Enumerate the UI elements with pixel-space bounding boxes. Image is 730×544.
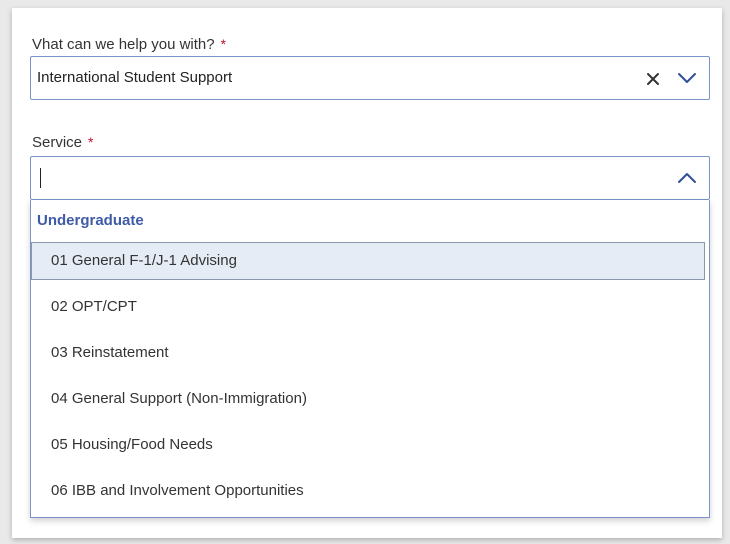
service-combobox[interactable] [30, 156, 710, 200]
service-label-text: Service [32, 134, 83, 151]
option-ibb-involvement[interactable]: 06 IBB and Involvement Opportunities [31, 472, 705, 510]
option-reinstatement[interactable]: 03 Reinstatement [31, 334, 705, 372]
required-asterisk: * [220, 36, 227, 52]
option-general-support[interactable]: 04 General Support (Non-Immigration) [31, 380, 705, 418]
help-topic-value: International Student Support [37, 69, 233, 86]
request-form-card: Vhat can we help you with? * Internationa… [12, 8, 722, 538]
service-label: Service * [32, 134, 93, 151]
chevron-down-icon[interactable] [677, 70, 697, 86]
service-dropdown-list: Undergraduate 01 General F-1/J-1 Advisin… [30, 200, 710, 518]
chevron-up-icon[interactable] [677, 170, 697, 186]
help-topic-select[interactable]: International Student Support [30, 56, 710, 100]
help-topic-label: Vhat can we help you with? * [32, 36, 226, 53]
required-asterisk: * [88, 134, 94, 150]
option-group-label: Undergraduate [37, 212, 144, 229]
option-opt-cpt[interactable]: 02 OPT/CPT [31, 288, 705, 326]
option-housing-food[interactable]: 05 Housing/Food Needs [31, 426, 705, 464]
close-icon[interactable] [645, 71, 661, 87]
option-general-advising[interactable]: 01 General F-1/J-1 Advising [31, 242, 705, 280]
help-topic-label-text: Vhat can we help you with? [32, 36, 215, 53]
service-search-input[interactable] [31, 157, 631, 197]
